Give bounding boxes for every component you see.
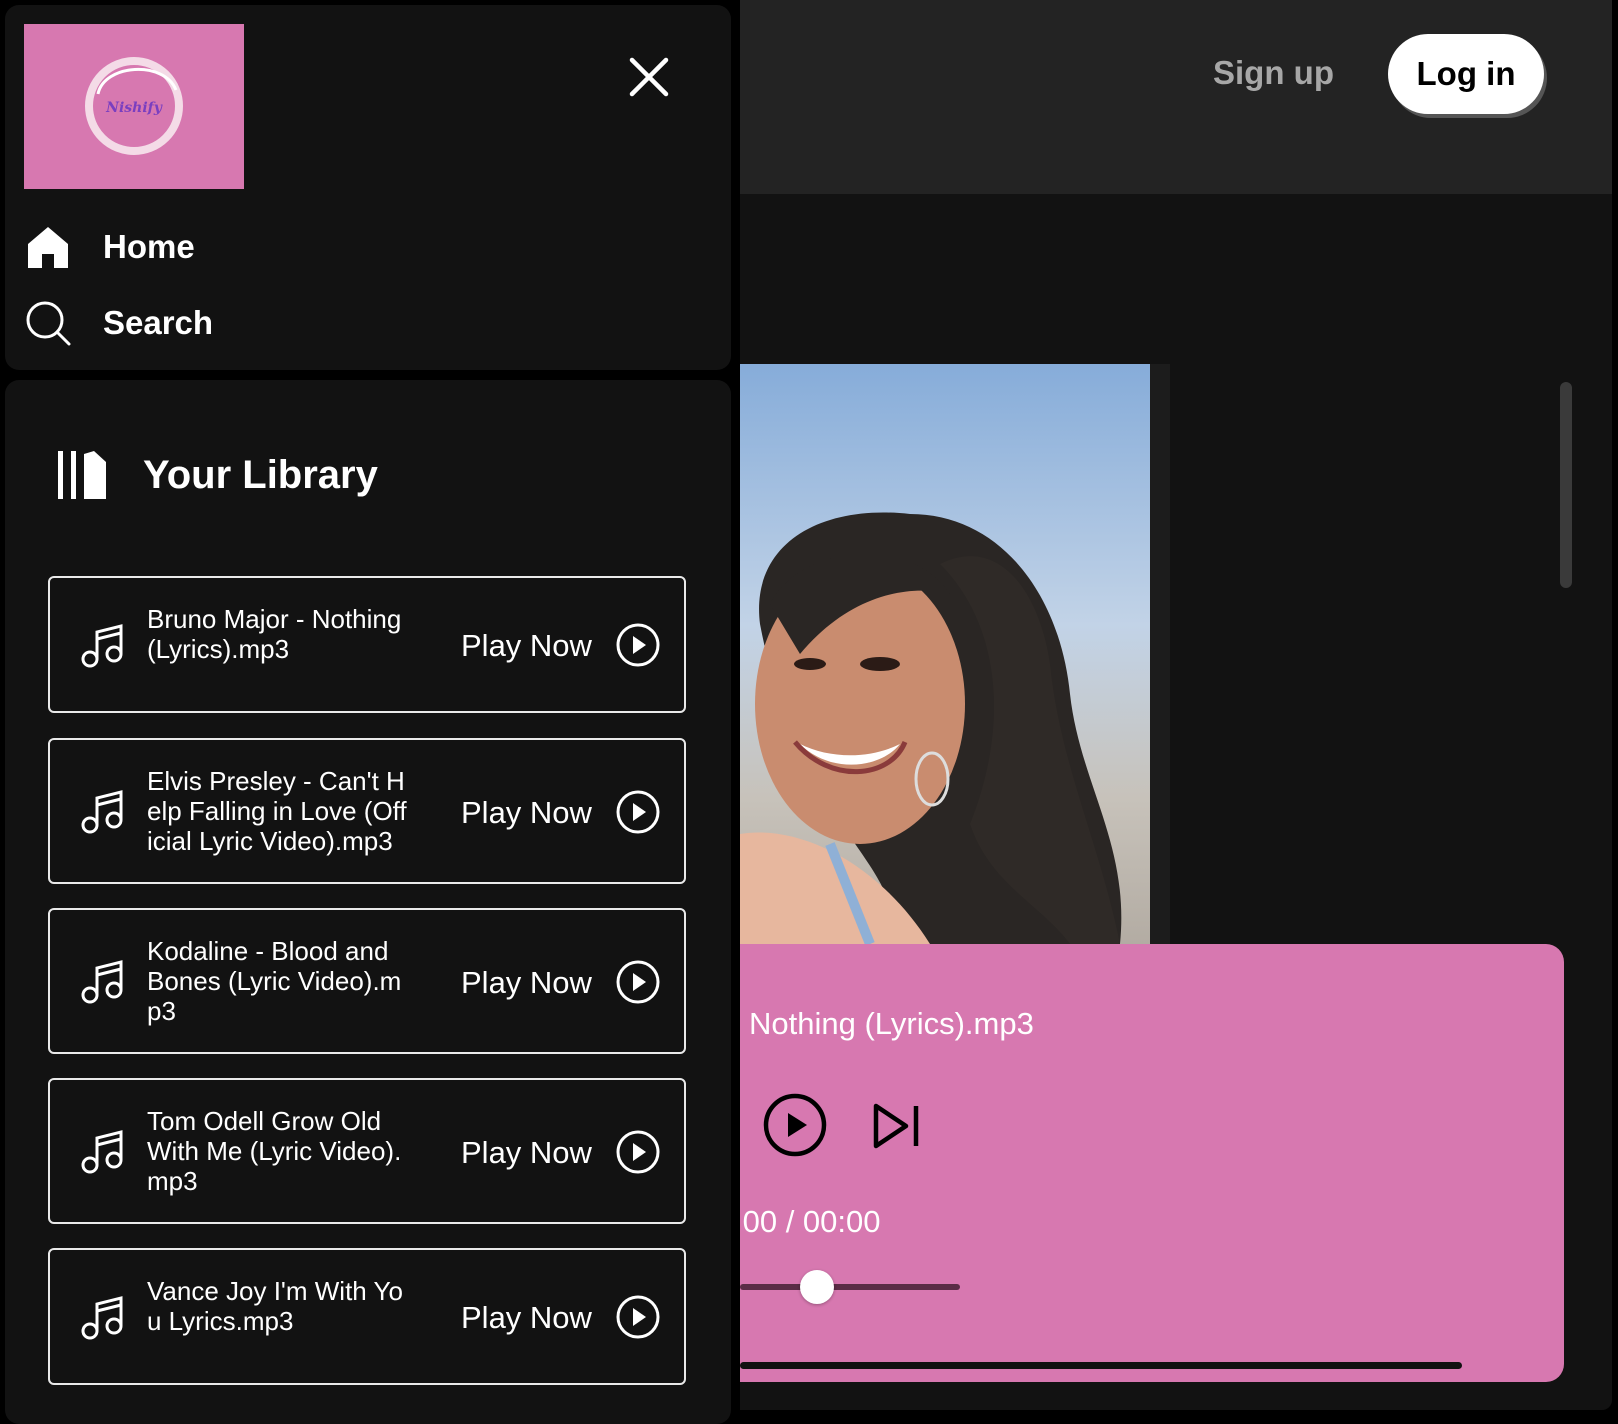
volume-slider-track[interactable] [740,1284,960,1290]
track-name: Kodaline - Blood and Bones (Lyric Video)… [147,936,402,1026]
main-content: Sign up Log in Nothing (Lyrics).mp3:00 … [740,0,1612,1410]
play-now-button[interactable]: Play Now [461,1135,592,1171]
library-title: Your Library [143,452,378,497]
play-circle-icon[interactable] [615,622,661,668]
progress-bar[interactable] [740,1362,1462,1369]
sidebar-top: Nishify Home Search [5,5,731,370]
track-name: Elvis Presley - Can't Help Falling in Lo… [147,766,407,856]
search-icon [26,301,71,346]
close-icon[interactable] [628,56,670,98]
volume-slider-thumb[interactable] [800,1270,834,1304]
track-item[interactable]: Bruno Major - Nothing (Lyrics).mp3 Play … [48,576,686,713]
sidebar-library: Your Library Bruno Major - Nothing (Lyri… [5,380,731,1424]
home-icon [28,227,68,268]
logo-mark: Nishify [85,57,183,155]
sidebar-item-label: Home [103,228,195,265]
music-note-icon [81,960,123,1004]
library-icon [58,451,106,499]
play-icon[interactable] [762,1092,828,1158]
time-display: :00 / 00:00 [740,1204,881,1239]
photo-edge [1150,364,1170,944]
track-item[interactable]: Kodaline - Blood and Bones (Lyric Video)… [48,908,686,1054]
scrollbar[interactable] [1560,382,1572,588]
play-now-button[interactable]: Play Now [461,1300,592,1336]
play-circle-icon[interactable] [615,959,661,1005]
top-bar: Sign up Log in [740,0,1612,194]
track-name: Vance Joy I'm With You Lyrics.mp3 [147,1276,403,1336]
play-now-button[interactable]: Play Now [461,795,592,831]
music-note-icon [81,1296,123,1340]
track-item[interactable]: Elvis Presley - Can't Help Falling in Lo… [48,738,686,884]
play-now-button[interactable]: Play Now [461,628,592,664]
track-name: Tom Odell Grow Old With Me (Lyric Video)… [147,1106,402,1196]
music-note-icon [81,790,123,834]
sidebar-item-search[interactable]: Search [25,300,213,346]
artist-photo [740,364,1150,944]
music-note-icon [81,1130,123,1174]
play-circle-icon[interactable] [615,789,661,835]
track-name: Bruno Major - Nothing (Lyrics).mp3 [147,604,402,664]
sidebar-item-label: Search [103,304,214,341]
track-item[interactable]: Vance Joy I'm With You Lyrics.mp3 Play N… [48,1248,686,1385]
skip-next-icon[interactable] [868,1098,924,1154]
play-circle-icon[interactable] [615,1129,661,1175]
music-note-icon [81,624,123,668]
artist-photo-image [740,364,1150,944]
library-header[interactable]: Your Library [55,448,378,502]
music-player: Nothing (Lyrics).mp3 :00 / 00:00 [740,944,1564,1382]
logo[interactable]: Nishify [24,24,244,189]
logo-text: Nishify [105,100,163,116]
sidebar-item-home[interactable]: Home [25,224,195,270]
play-now-button[interactable]: Play Now [461,965,592,1001]
now-playing-title: Nothing (Lyrics).mp3 [749,1006,1034,1041]
signup-button[interactable]: Sign up [1213,54,1334,92]
play-circle-icon[interactable] [615,1294,661,1340]
login-button[interactable]: Log in [1388,34,1544,114]
track-item[interactable]: Tom Odell Grow Old With Me (Lyric Video)… [48,1078,686,1224]
